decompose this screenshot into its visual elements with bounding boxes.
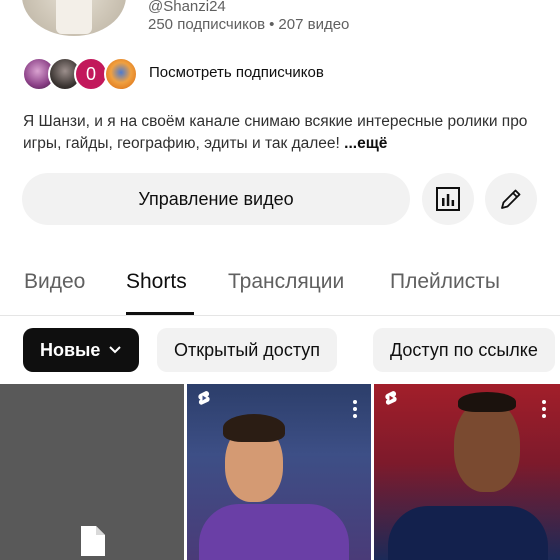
- tab-live[interactable]: Трансляции: [228, 270, 344, 294]
- manage-videos-button[interactable]: Управление видео: [22, 173, 410, 225]
- player-figure: [199, 504, 349, 560]
- short-thumbnail[interactable]: [187, 384, 371, 560]
- chip-newest-label: Новые: [40, 339, 101, 360]
- tab-playlists[interactable]: Плейлисты: [390, 270, 500, 294]
- chevron-down-icon: [109, 346, 122, 354]
- channel-description[interactable]: Я Шанзи, и я на своём канале снимаю всяк…: [23, 111, 543, 155]
- channel-tabs: Видео Shorts Трансляции Плейлисты: [0, 258, 560, 316]
- chip-unlisted-label: Доступ по ссылке: [390, 339, 538, 360]
- tab-shorts[interactable]: Shorts: [126, 270, 187, 294]
- subscriber-count: 250 подписчиков: [148, 16, 266, 33]
- short-thumbnail[interactable]: [374, 384, 560, 560]
- pencil-icon: [501, 189, 521, 209]
- more-options-icon[interactable]: [542, 400, 546, 421]
- player-figure: [458, 392, 516, 412]
- chip-newest[interactable]: Новые: [23, 328, 140, 372]
- chip-unlisted[interactable]: Доступ по ссылке: [373, 328, 555, 372]
- view-subscribers-link[interactable]: Посмотреть подписчиков: [149, 64, 324, 81]
- player-figure: [454, 400, 520, 492]
- edit-channel-button[interactable]: [485, 173, 537, 225]
- bar-chart-icon: [436, 187, 460, 211]
- description-text: Я Шанзи, и я на своём канале снимаю всяк…: [23, 113, 528, 152]
- chip-public[interactable]: Открытый доступ: [157, 328, 338, 372]
- subscriber-avatar: [104, 57, 138, 91]
- shorts-icon: [198, 391, 210, 405]
- more-options-icon[interactable]: [353, 400, 357, 421]
- analytics-button[interactable]: [422, 173, 474, 225]
- player-figure: [223, 414, 285, 442]
- channel-stats: 250 подписчиков • 207 видео: [148, 16, 349, 33]
- subscriber-avatar-initial: 0: [74, 57, 108, 91]
- chip-public-label: Открытый доступ: [174, 339, 321, 360]
- tab-videos[interactable]: Видео: [24, 270, 85, 294]
- stats-separator: •: [269, 16, 275, 33]
- channel-handle: @Shanzi24: [148, 0, 226, 15]
- description-more-link[interactable]: ...ещё: [344, 135, 387, 152]
- channel-avatar[interactable]: [22, 0, 126, 36]
- shorts-icon: [385, 391, 397, 405]
- short-thumbnail-processing[interactable]: [0, 384, 184, 560]
- manage-videos-label: Управление видео: [138, 188, 294, 209]
- player-figure: [388, 506, 548, 560]
- file-icon: [81, 526, 105, 556]
- video-count: 207 видео: [278, 16, 350, 33]
- active-tab-indicator: [126, 312, 194, 315]
